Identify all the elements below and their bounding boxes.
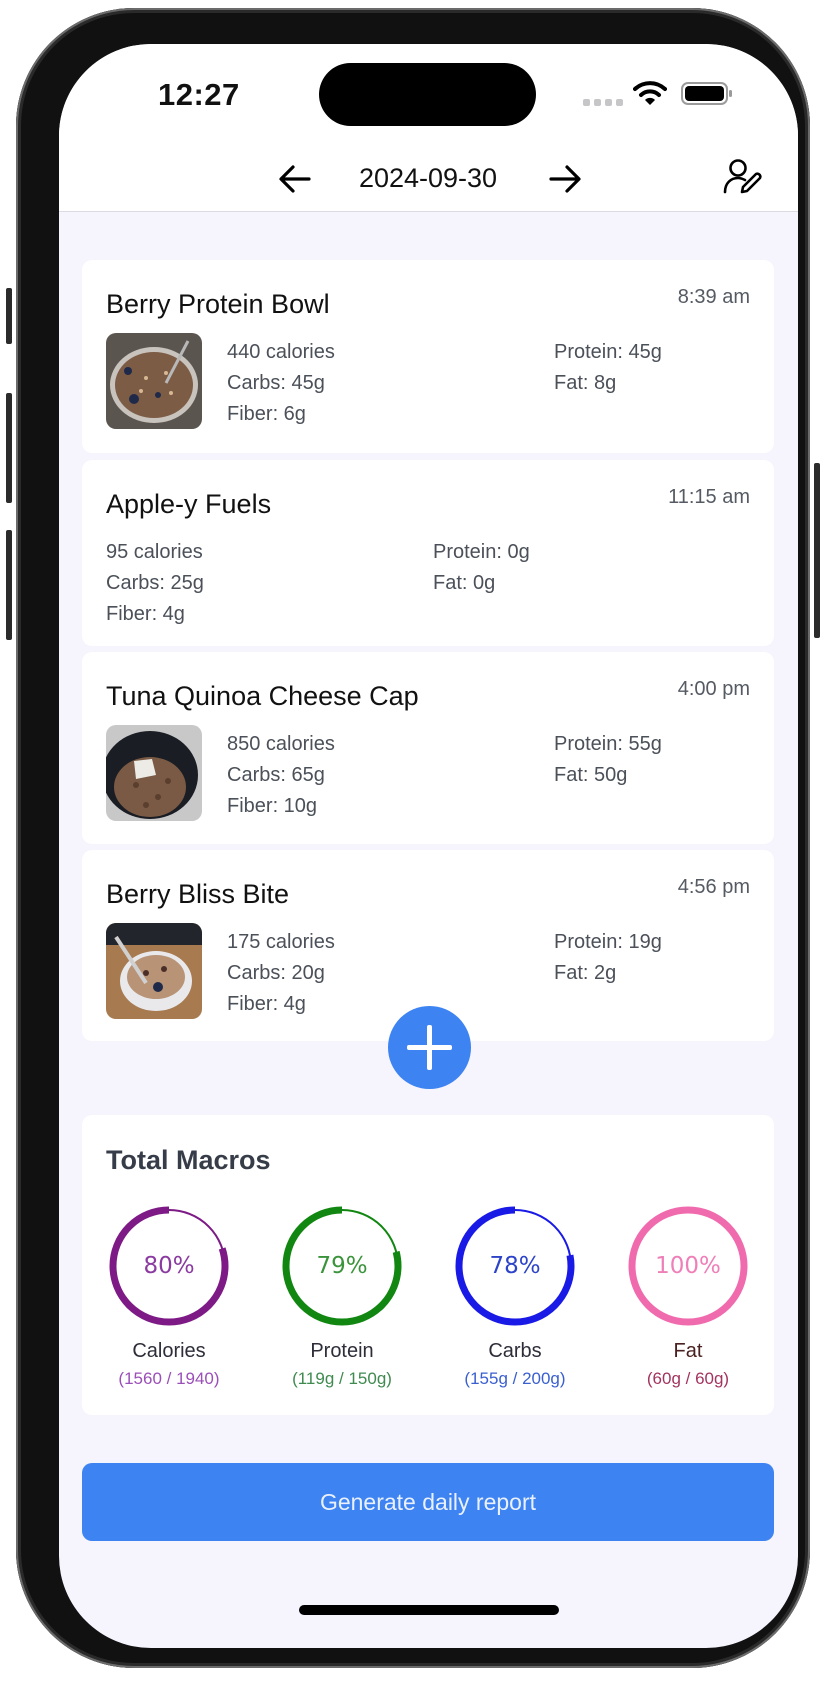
meal-time: 11:15 am bbox=[668, 486, 750, 508]
meal-fat: Fat: 2g bbox=[554, 962, 617, 984]
meal-fat: Fat: 50g bbox=[554, 764, 628, 786]
meal-fiber: Fiber: 6g bbox=[227, 403, 306, 425]
meal-card[interactable]: Berry Protein Bowl 8:39 am 440 calories … bbox=[82, 260, 774, 453]
meal-stats-right: Protein: 19g Fat: 2g bbox=[554, 927, 662, 989]
macro-detail: (119g / 150g) bbox=[292, 1369, 392, 1388]
macro-percent: 79% bbox=[316, 1253, 368, 1279]
next-day-button[interactable] bbox=[548, 164, 582, 194]
volume-up-button bbox=[6, 393, 12, 503]
meal-fiber: Fiber: 4g bbox=[106, 603, 185, 625]
macro-percent: 78% bbox=[489, 1253, 541, 1279]
meal-photo bbox=[106, 333, 202, 429]
meal-name: Tuna Quinoa Cheese Cap bbox=[106, 681, 419, 711]
meal-protein: Protein: 19g bbox=[554, 931, 662, 953]
add-meal-button[interactable] bbox=[388, 1006, 471, 1089]
arrow-left-icon bbox=[279, 165, 311, 193]
total-macros-title: Total Macros bbox=[106, 1145, 271, 1175]
volume-down-button bbox=[6, 530, 12, 640]
cellular-signal-icon bbox=[583, 99, 623, 106]
meal-fat: Fat: 0g bbox=[433, 572, 496, 594]
macro-percent: 100% bbox=[655, 1253, 721, 1279]
meal-protein: Protein: 0g bbox=[433, 541, 530, 563]
top-bar: 12:27 2024-09-30 bbox=[59, 44, 798, 212]
macro-percent: 80% bbox=[143, 1253, 195, 1279]
meal-protein: Protein: 55g bbox=[554, 733, 662, 755]
battery-icon bbox=[681, 82, 732, 105]
user-edit-icon bbox=[723, 159, 762, 194]
macro-label: Carbs bbox=[488, 1340, 542, 1362]
meal-stats-right: Protein: 0g Fat: 0g bbox=[433, 537, 530, 599]
power-button bbox=[814, 463, 820, 638]
meal-calories: 95 calories bbox=[106, 541, 203, 563]
meal-carbs: Carbs: 25g bbox=[106, 572, 204, 594]
edit-profile-button[interactable] bbox=[723, 158, 763, 194]
current-date: 2024-09-30 bbox=[358, 163, 498, 193]
meal-stats-right: Protein: 45g Fat: 8g bbox=[554, 337, 662, 399]
meal-photo bbox=[106, 923, 202, 1019]
meal-carbs: Carbs: 45g bbox=[227, 372, 325, 394]
meal-calories: 850 calories bbox=[227, 733, 335, 755]
previous-day-button[interactable] bbox=[278, 164, 312, 194]
meal-card[interactable]: Apple-y Fuels 11:15 am 95 calories Carbs… bbox=[82, 460, 774, 646]
dynamic-island bbox=[319, 63, 536, 126]
status-time: 12:27 bbox=[158, 77, 240, 112]
meal-protein: Protein: 45g bbox=[554, 341, 662, 363]
phone-frame: 12:27 2024-09-30 Berry Protein Bowl 8:39… bbox=[6, 8, 820, 1668]
meal-stats-left: 850 calories Carbs: 65g Fiber: 10g bbox=[227, 729, 335, 822]
meal-card[interactable]: Tuna Quinoa Cheese Cap 4:00 pm 850 calor… bbox=[82, 652, 774, 844]
macro-detail: (155g / 200g) bbox=[464, 1369, 566, 1388]
generate-report-button[interactable]: Generate daily report bbox=[82, 1463, 774, 1541]
meal-stats-right: Protein: 55g Fat: 50g bbox=[554, 729, 662, 791]
meal-calories: 175 calories bbox=[227, 931, 335, 953]
meal-stats-left: 95 calories Carbs: 25g Fiber: 4g bbox=[106, 537, 204, 630]
app-screen: 12:27 2024-09-30 Berry Protein Bowl 8:39… bbox=[59, 44, 798, 1648]
meal-name: Apple-y Fuels bbox=[106, 489, 272, 519]
macro-label: Protein bbox=[310, 1340, 374, 1362]
meal-time: 4:00 pm bbox=[677, 678, 750, 700]
meal-fiber: Fiber: 10g bbox=[227, 795, 318, 817]
macro-detail: (1560 / 1940) bbox=[118, 1369, 220, 1388]
macro-label: Fat bbox=[673, 1340, 703, 1362]
meal-calories: 440 calories bbox=[227, 341, 335, 363]
macro-detail: (60g / 60g) bbox=[646, 1369, 730, 1388]
meal-stats-left: 440 calories Carbs: 45g Fiber: 6g bbox=[227, 337, 335, 430]
arrow-right-icon bbox=[549, 165, 581, 193]
meal-name: Berry Bliss Bite bbox=[106, 879, 290, 909]
meal-fiber: Fiber: 4g bbox=[227, 993, 306, 1015]
meal-name: Berry Protein Bowl bbox=[106, 289, 330, 319]
total-macros-card: Total Macros 80% Calories (1560 / 1940) 79%… bbox=[82, 1115, 774, 1415]
wifi-icon bbox=[633, 81, 667, 105]
macro-label: Calories bbox=[132, 1340, 206, 1362]
meal-stats-left: 175 calories Carbs: 20g Fiber: 4g bbox=[227, 927, 335, 1020]
meal-photo bbox=[106, 725, 202, 821]
home-indicator[interactable] bbox=[299, 1605, 559, 1615]
meal-fat: Fat: 8g bbox=[554, 372, 617, 394]
meal-carbs: Carbs: 65g bbox=[227, 764, 325, 786]
action-button bbox=[6, 288, 12, 344]
meal-carbs: Carbs: 20g bbox=[227, 962, 325, 984]
meal-time: 8:39 am bbox=[677, 286, 750, 308]
meal-time: 4:56 pm bbox=[677, 876, 750, 898]
